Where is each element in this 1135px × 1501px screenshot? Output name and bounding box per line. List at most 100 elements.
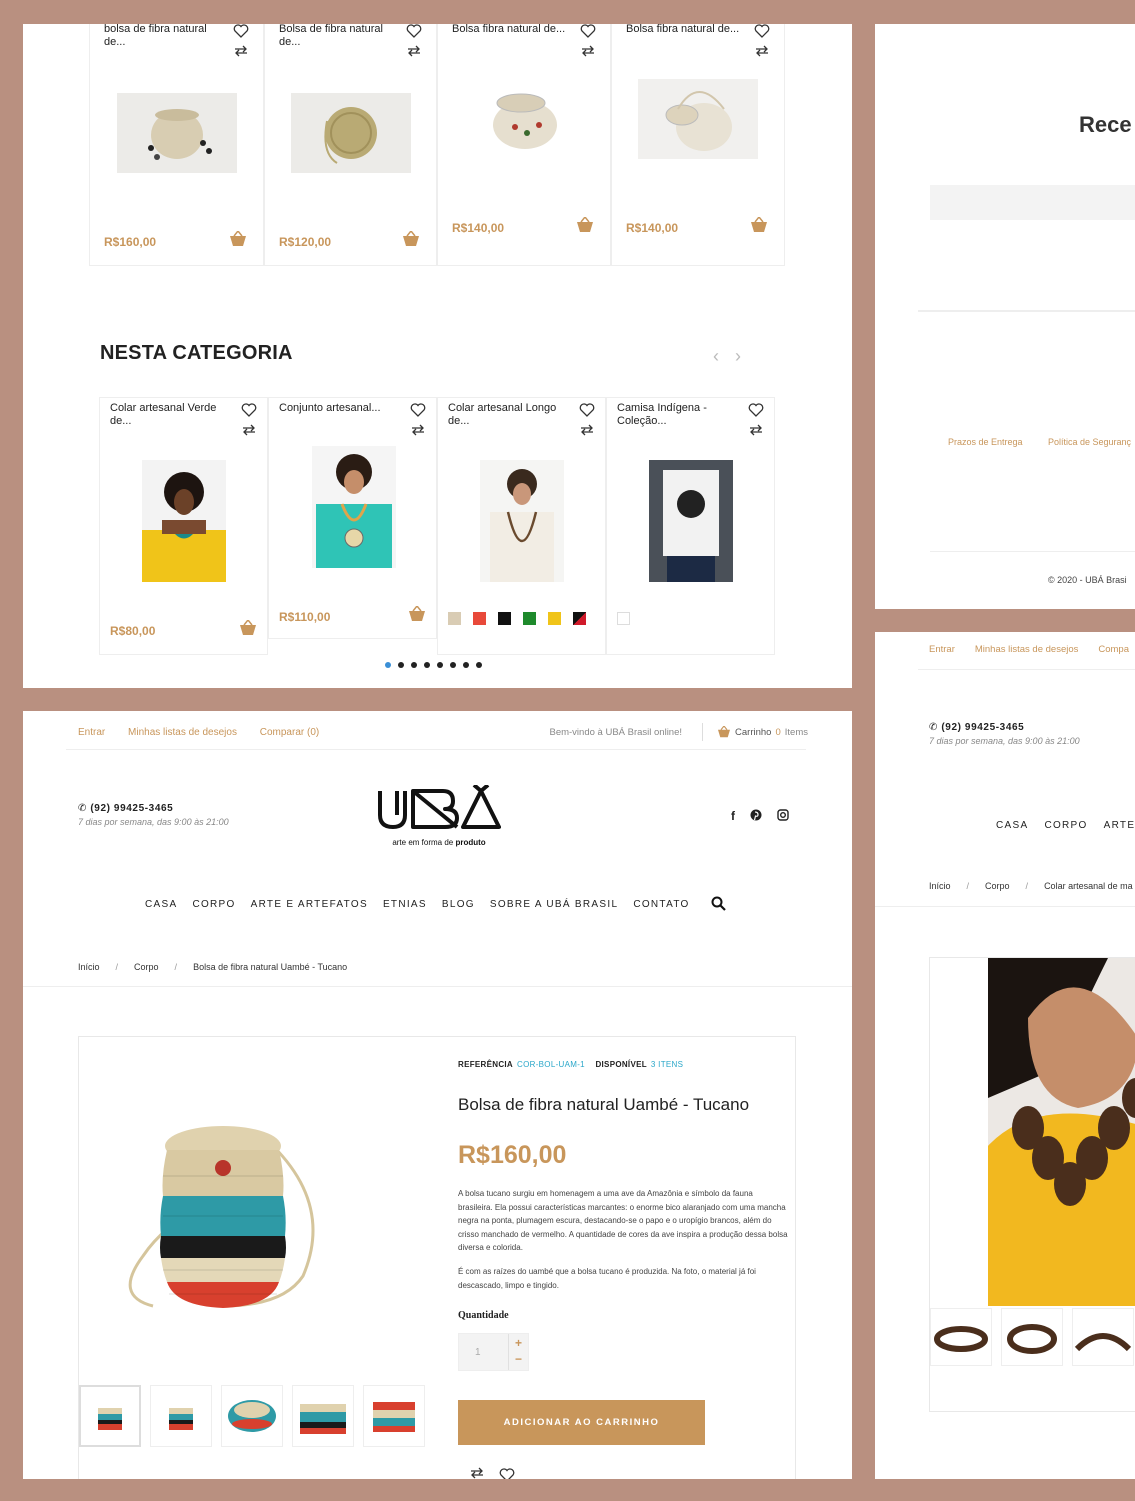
product-card[interactable]: Colar artesanal Longo de... — [437, 397, 606, 655]
heart-icon[interactable] — [233, 24, 249, 39]
cart-icon[interactable] — [229, 231, 247, 247]
compare-icon[interactable] — [410, 424, 426, 436]
chevron-left-icon[interactable]: ‹ — [713, 346, 719, 367]
breadcrumb-item[interactable]: Corpo — [134, 962, 159, 972]
swatch[interactable] — [617, 612, 630, 625]
carousel-dot[interactable] — [476, 662, 482, 668]
menu-item-sobre[interactable]: SOBRE A UBÁ BRASIL — [490, 899, 618, 910]
chevron-right-icon[interactable]: › — [735, 346, 741, 367]
cart-icon[interactable] — [717, 726, 731, 738]
menu-item-corpo[interactable]: CORPO — [192, 899, 235, 910]
menu-item-blog[interactable]: BLOG — [442, 899, 475, 910]
thumbnail[interactable] — [150, 1385, 212, 1447]
minus-icon[interactable]: − — [515, 1352, 522, 1366]
heart-icon[interactable] — [241, 402, 257, 418]
thumbnail[interactable] — [363, 1385, 425, 1447]
swatch[interactable] — [573, 612, 586, 625]
compare-icon[interactable] — [579, 424, 595, 436]
cart-icon[interactable] — [750, 217, 768, 233]
compare-icon[interactable] — [748, 424, 764, 436]
product-image[interactable] — [291, 93, 411, 173]
product-card[interactable]: Bolsa fibra natural de... R$140,00 — [611, 24, 785, 266]
quantity-stepper[interactable]: 1 + − — [458, 1333, 529, 1371]
product-image[interactable] — [142, 460, 226, 582]
cart-icon[interactable] — [239, 620, 257, 636]
cart-widget[interactable]: Carrinho 0 Items — [717, 726, 808, 738]
product-card[interactable]: Bolsa de fibra natural de... R$120,00 — [264, 24, 437, 266]
swatch[interactable] — [448, 612, 461, 625]
product-card[interactable]: Conjunto artesanal... R$110,00 — [268, 397, 437, 639]
menu-item-casa[interactable]: CASA — [145, 899, 177, 910]
product-name[interactable]: bolsa de fibra natural de... — [104, 24, 222, 49]
product-image[interactable] — [312, 446, 396, 568]
heart-icon[interactable] — [499, 1467, 515, 1479]
cart-icon[interactable] — [576, 217, 594, 233]
cart-icon[interactable] — [408, 606, 426, 622]
compare-link[interactable]: Comparar (0) — [260, 727, 319, 738]
heart-icon[interactable] — [748, 402, 764, 418]
product-image[interactable] — [465, 77, 585, 157]
thumbnail[interactable] — [1072, 1308, 1134, 1366]
quantity-value[interactable]: 1 — [475, 1347, 481, 1358]
breadcrumb-item[interactable]: Início — [929, 881, 951, 891]
swatch[interactable] — [498, 612, 511, 625]
thumbnail[interactable] — [1001, 1308, 1063, 1366]
product-name[interactable]: Conjunto artesanal... — [279, 402, 397, 415]
search-icon[interactable] — [711, 896, 726, 911]
carousel-dot[interactable] — [385, 662, 391, 668]
cart-icon[interactable] — [402, 231, 420, 247]
product-image[interactable] — [638, 79, 758, 159]
product-card[interactable]: Colar artesanal Verde de... R$80,00 — [99, 397, 268, 655]
login-link[interactable]: Entrar — [929, 644, 955, 655]
swatch[interactable] — [548, 612, 561, 625]
heart-icon[interactable] — [406, 24, 422, 39]
carousel-dot[interactable] — [424, 662, 430, 668]
footer-link[interactable]: Política de Seguranç — [1048, 437, 1131, 447]
menu-item[interactable]: CORPO — [1044, 820, 1087, 831]
wishlist-link[interactable]: Minhas listas de desejos — [128, 727, 237, 738]
logo[interactable]: arte em forma de produto — [375, 783, 503, 847]
footer-link[interactable]: Prazos de Entrega — [948, 437, 1023, 447]
compare-icon[interactable] — [233, 45, 249, 57]
product-name[interactable]: Bolsa fibra natural de... — [452, 24, 570, 36]
login-link[interactable]: Entrar — [78, 727, 105, 738]
heart-icon[interactable] — [579, 402, 595, 418]
product-image[interactable] — [117, 93, 237, 173]
product-name[interactable]: Colar artesanal Longo de... — [448, 402, 566, 428]
compare-icon[interactable] — [754, 45, 770, 57]
heart-icon[interactable] — [754, 24, 770, 39]
menu-item-arte[interactable]: ARTE E ARTEFATOS — [251, 899, 368, 910]
product-card[interactable]: Bolsa fibra natural de... R$140,00 — [437, 24, 611, 266]
instagram-icon[interactable] — [777, 809, 789, 824]
product-name[interactable]: Colar artesanal Verde de... — [110, 402, 228, 428]
product-main-image[interactable] — [113, 1106, 333, 1326]
product-name[interactable]: Camisa Indígena - Coleção... — [617, 402, 735, 428]
carousel-dot[interactable] — [437, 662, 443, 668]
carousel-dot[interactable] — [398, 662, 404, 668]
carousel-dot[interactable] — [450, 662, 456, 668]
heart-icon[interactable] — [410, 402, 426, 418]
breadcrumb-item[interactable]: Início — [78, 962, 100, 972]
thumbnail[interactable] — [221, 1385, 283, 1447]
newsletter-input[interactable] — [930, 185, 1135, 220]
thumbnail[interactable] — [79, 1385, 141, 1447]
menu-item-etnias[interactable]: ETNIAS — [383, 899, 427, 910]
menu-item[interactable]: CASA — [996, 820, 1028, 831]
product-image[interactable] — [649, 460, 733, 582]
product-name[interactable]: Bolsa fibra natural de... — [626, 24, 744, 36]
swatch[interactable] — [473, 612, 486, 625]
menu-item[interactable]: ARTE I — [1104, 820, 1135, 831]
product-card[interactable]: bolsa de fibra natural de... R$160,00 — [89, 24, 264, 266]
facebook-icon[interactable]: f — [731, 809, 735, 824]
thumbnail[interactable] — [930, 1308, 992, 1366]
compare-icon[interactable] — [469, 1467, 485, 1479]
compare-link[interactable]: Compa — [1098, 644, 1129, 655]
product-main-image[interactable] — [988, 958, 1135, 1306]
compare-icon[interactable] — [580, 45, 596, 57]
carousel-dot[interactable] — [463, 662, 469, 668]
add-to-cart-button[interactable]: ADICIONAR AO CARRINHO — [458, 1400, 705, 1445]
product-image[interactable] — [480, 460, 564, 582]
breadcrumb-item[interactable]: Corpo — [985, 881, 1010, 891]
compare-icon[interactable] — [406, 45, 422, 57]
thumbnail[interactable] — [292, 1385, 354, 1447]
